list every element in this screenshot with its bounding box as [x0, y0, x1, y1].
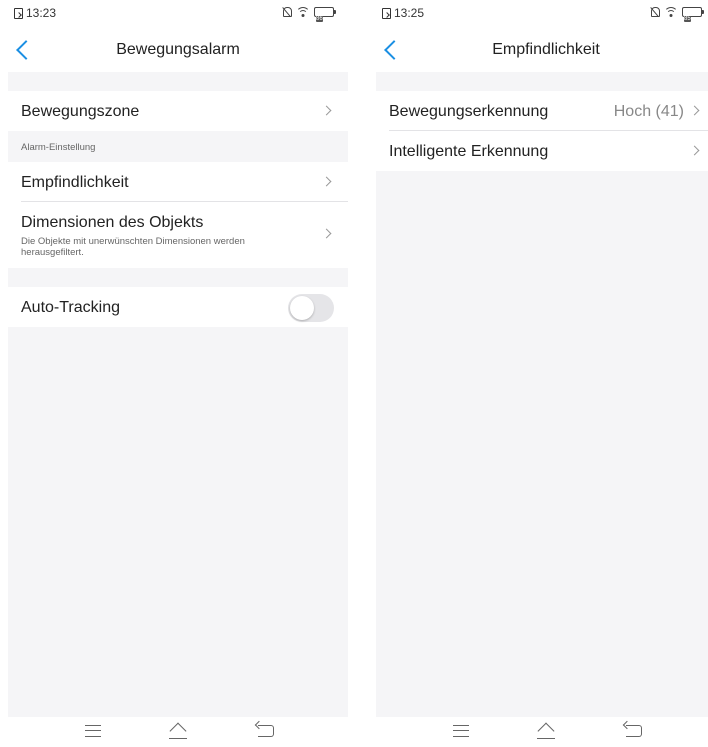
row-label: Auto-Tracking — [21, 299, 120, 316]
chevron-right-icon — [689, 105, 700, 116]
section-title: Alarm-Einstellung — [21, 142, 96, 153]
row-bewegungserkennung[interactable]: Bewegungserkennung Hoch (41) — [376, 91, 708, 131]
sim-icon — [14, 7, 23, 19]
system-nav-bar — [376, 717, 708, 747]
row-description: Die Objekte mit unerwünschten Dimensione… — [21, 236, 245, 258]
section-header-alarm: Alarm-Einstellung — [8, 131, 348, 162]
row-label: Bewegungserkennung — [389, 103, 549, 120]
status-time: 13:23 — [26, 6, 57, 20]
chevron-right-icon — [689, 145, 700, 156]
row-value: Hoch (41) — [613, 103, 684, 120]
status-time-group: 13:23 — [14, 6, 56, 20]
row-intelligente-erkennung[interactable]: Intelligente Erkennung — [376, 131, 708, 171]
row-label: Empfindlichkeit — [21, 174, 129, 191]
back-nav-icon[interactable] — [258, 725, 274, 737]
nav-bar: Bewegungsalarm — [8, 30, 348, 70]
settings-list: Bewegungszone Alarm-Einstellung Empfindl… — [8, 72, 348, 717]
nav-bar: Empfindlichkeit — [376, 30, 708, 70]
menu-icon[interactable] — [85, 725, 101, 737]
settings-list: Bewegungserkennung Hoch (41) Intelligent… — [376, 72, 708, 717]
auto-tracking-toggle[interactable] — [288, 294, 334, 322]
status-time-group: 13:25 — [382, 6, 424, 20]
chevron-right-icon — [321, 228, 332, 239]
row-label: Dimensionen des Objekts — [21, 214, 204, 231]
chevron-right-icon — [321, 105, 332, 116]
battery-icon: 85 — [682, 7, 704, 22]
screen-empfindlichkeit: 13:25 85 Empfindlichkeit Bewegungserkenn… — [376, 0, 708, 747]
row-dimensionen[interactable]: Dimensionen des Objekts Die Objekte mit … — [8, 202, 348, 268]
chevron-right-icon — [321, 176, 332, 187]
status-bar: 13:25 85 — [376, 0, 708, 26]
back-nav-icon[interactable] — [626, 725, 642, 737]
page-title: Empfindlichkeit — [492, 41, 600, 58]
wifi-icon — [297, 7, 309, 17]
page-title: Bewegungsalarm — [116, 41, 240, 58]
row-label: Intelligente Erkennung — [389, 143, 549, 160]
row-bewegungszone[interactable]: Bewegungszone — [8, 91, 348, 131]
screen-bewegungsalarm: 13:23 86 Bewegungsalarm Bewegungszone Al… — [8, 0, 348, 747]
mute-icon — [650, 7, 660, 17]
wifi-icon — [665, 7, 677, 17]
status-bar: 13:23 86 — [8, 0, 348, 26]
sim-icon — [382, 7, 391, 19]
status-icons: 86 — [282, 7, 336, 22]
menu-icon[interactable] — [453, 725, 469, 737]
toggle-knob — [290, 296, 314, 320]
status-time: 13:25 — [394, 6, 425, 20]
battery-level: 86 — [316, 16, 323, 22]
home-icon[interactable] — [168, 725, 188, 739]
row-empfindlichkeit[interactable]: Empfindlichkeit — [8, 162, 348, 202]
row-label: Bewegungszone — [21, 103, 140, 120]
home-icon[interactable] — [536, 725, 556, 739]
battery-level: 85 — [684, 16, 691, 22]
battery-icon: 86 — [314, 7, 336, 22]
row-auto-tracking: Auto-Tracking — [8, 287, 348, 327]
system-nav-bar — [8, 717, 348, 747]
status-icons: 85 — [650, 7, 704, 22]
mute-icon — [282, 7, 292, 17]
